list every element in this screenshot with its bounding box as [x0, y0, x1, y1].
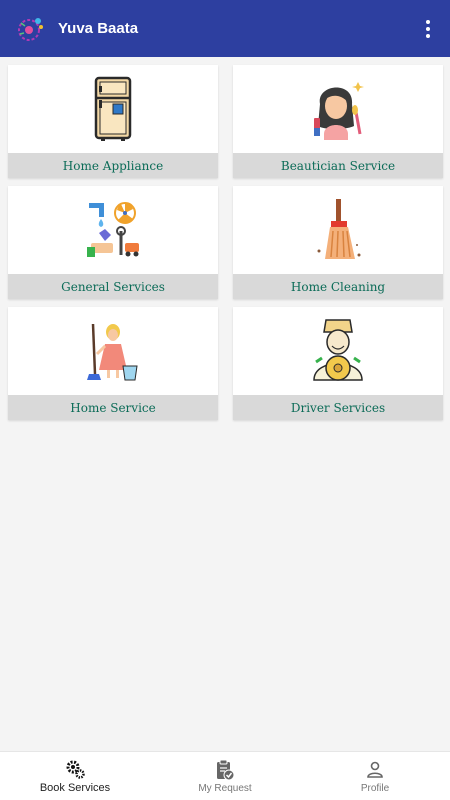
service-label: Driver Services	[233, 395, 443, 420]
person-icon	[364, 759, 386, 781]
nav-profile[interactable]: Profile	[300, 752, 450, 800]
beautician-icon	[314, 82, 364, 140]
service-label: Beautician Service	[233, 153, 443, 178]
service-label: General Services	[8, 274, 218, 299]
clipboard-check-icon	[214, 759, 236, 781]
general-services-icon	[87, 202, 139, 257]
service-label: Home Service	[8, 395, 218, 420]
service-card-home-appliance[interactable]: Home Appliance	[8, 65, 218, 178]
app-logo-icon	[18, 17, 43, 41]
more-options-icon[interactable]	[418, 14, 438, 44]
service-card-general-services[interactable]: General Services	[8, 186, 218, 299]
nav-my-request[interactable]: My Request	[150, 752, 300, 800]
gears-icon	[64, 758, 86, 780]
service-label: Home Cleaning	[233, 274, 443, 299]
nav-book-services[interactable]: Book Services	[0, 752, 150, 800]
broom-icon	[317, 199, 361, 259]
nav-label: Profile	[360, 782, 390, 794]
service-card-beautician[interactable]: Beautician Service	[233, 65, 443, 178]
app-title: Yuva Baata	[58, 20, 139, 37]
maid-mop-icon	[87, 323, 138, 381]
service-card-driver-services[interactable]: Driver Services	[233, 307, 443, 420]
app-bar: Yuva Baata	[0, 0, 450, 57]
service-card-home-service[interactable]: Home Service	[8, 307, 218, 420]
nav-label: Book Services	[39, 782, 111, 794]
service-label: Home Appliance	[8, 153, 218, 178]
service-card-home-cleaning[interactable]: Home Cleaning	[233, 186, 443, 299]
refrigerator-icon	[94, 76, 132, 141]
bottom-navigation: Book Services My Request Profile	[0, 751, 450, 800]
nav-label: My Request	[198, 782, 252, 794]
driver-icon	[313, 319, 363, 381]
